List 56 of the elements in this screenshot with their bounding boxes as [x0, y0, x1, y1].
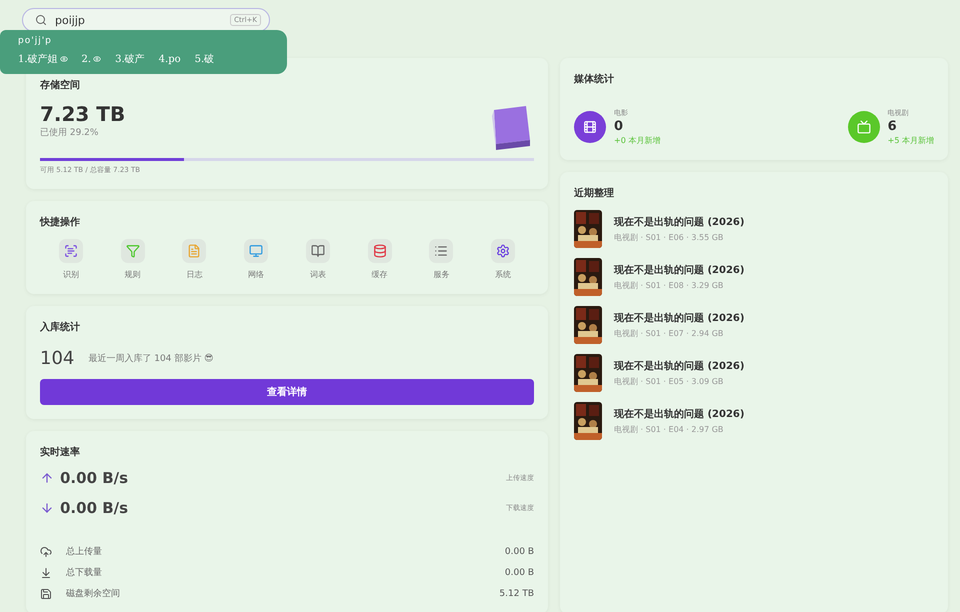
ime-candidate[interactable]: 5.破: [194, 52, 214, 66]
recent-meta: 电视剧 · S01 · E06 · 3.55 GB: [614, 232, 724, 243]
rate-value: 0.00 B/s: [60, 469, 130, 487]
media-delta: +5 本月新增: [888, 135, 934, 146]
recent-meta: 电视剧 · S01 · E07 · 2.94 GB: [614, 328, 724, 339]
card-title: 近期整理: [574, 186, 615, 200]
card-title: 媒体统计: [574, 72, 615, 86]
arrow-down-icon: [40, 501, 54, 515]
eye-icon: [60, 55, 68, 63]
details-button[interactable]: 查看详情: [40, 379, 534, 405]
recent-title: 现在不是出轨的问题 (2026): [614, 312, 744, 325]
quick-action-button[interactable]: 日志: [164, 239, 226, 280]
recent-meta: 电视剧 · S01 · E08 · 3.29 GB: [614, 280, 724, 291]
download-icon: [40, 566, 52, 578]
storage-total: 7.23 TB: [40, 102, 126, 126]
search-text: poijjp: [55, 14, 86, 26]
film-reel-icon: [574, 111, 606, 143]
ime-candidate[interactable]: 4.po: [158, 54, 181, 64]
media-count: 0: [614, 119, 624, 134]
recent-title: 现在不是出轨的问题 (2026): [614, 408, 744, 421]
cloud-upload-icon: [40, 546, 52, 558]
recent-title: 现在不是出轨的问题 (2026): [614, 264, 744, 277]
media-count: 6: [888, 119, 898, 134]
total-value: 0.00 B: [504, 546, 534, 556]
quick-action-button[interactable]: 识别: [40, 239, 102, 280]
quick-action-button[interactable]: 规则: [102, 239, 164, 280]
ime-candidate[interactable]: 2.: [82, 54, 102, 64]
recent-title: 现在不是出轨的问题 (2026): [614, 216, 744, 229]
ime-candidate[interactable]: 1.破产姐: [18, 52, 68, 66]
card-title: 实时速率: [40, 445, 81, 459]
quick-action-button[interactable]: 系统: [472, 239, 534, 280]
recent-meta: 电视剧 · S01 · E04 · 2.97 GB: [614, 424, 724, 435]
total-label: 磁盘剩余空间: [66, 588, 121, 600]
quick-action-button[interactable]: 词表: [287, 239, 349, 280]
eye-icon: [93, 55, 102, 63]
search-icon: [35, 14, 47, 26]
total-label: 总下载量: [66, 566, 103, 579]
quick-action-button[interactable]: 服务: [410, 239, 472, 280]
quick-action-button[interactable]: 缓存: [348, 239, 410, 280]
card-title: 快捷操作: [40, 216, 81, 229]
import-description: 最近一周入库了 104 部影片 😎: [88, 352, 214, 365]
total-label: 总上传量: [66, 546, 103, 558]
storage-used: 已使用 29.2%: [40, 126, 100, 139]
ime-candidate[interactable]: 3.破产: [115, 52, 145, 66]
rate-value: 0.00 B/s: [60, 499, 130, 517]
media-delta: +0 本月新增: [614, 135, 660, 146]
card-title: 入库统计: [40, 320, 81, 334]
recent-title: 现在不是出轨的问题 (2026): [614, 360, 744, 373]
total-value: 0.00 B: [504, 568, 534, 578]
tv-icon: [848, 111, 880, 143]
import-count: 104: [40, 348, 74, 369]
ime-composition: po'jj'p: [18, 36, 53, 46]
total-value: 5.12 TB: [499, 588, 534, 598]
card-title: 存储空间: [40, 78, 81, 92]
quick-action-button[interactable]: 网络: [225, 239, 287, 280]
recent-meta: 电视剧 · S01 · E05 · 3.09 GB: [614, 376, 724, 387]
